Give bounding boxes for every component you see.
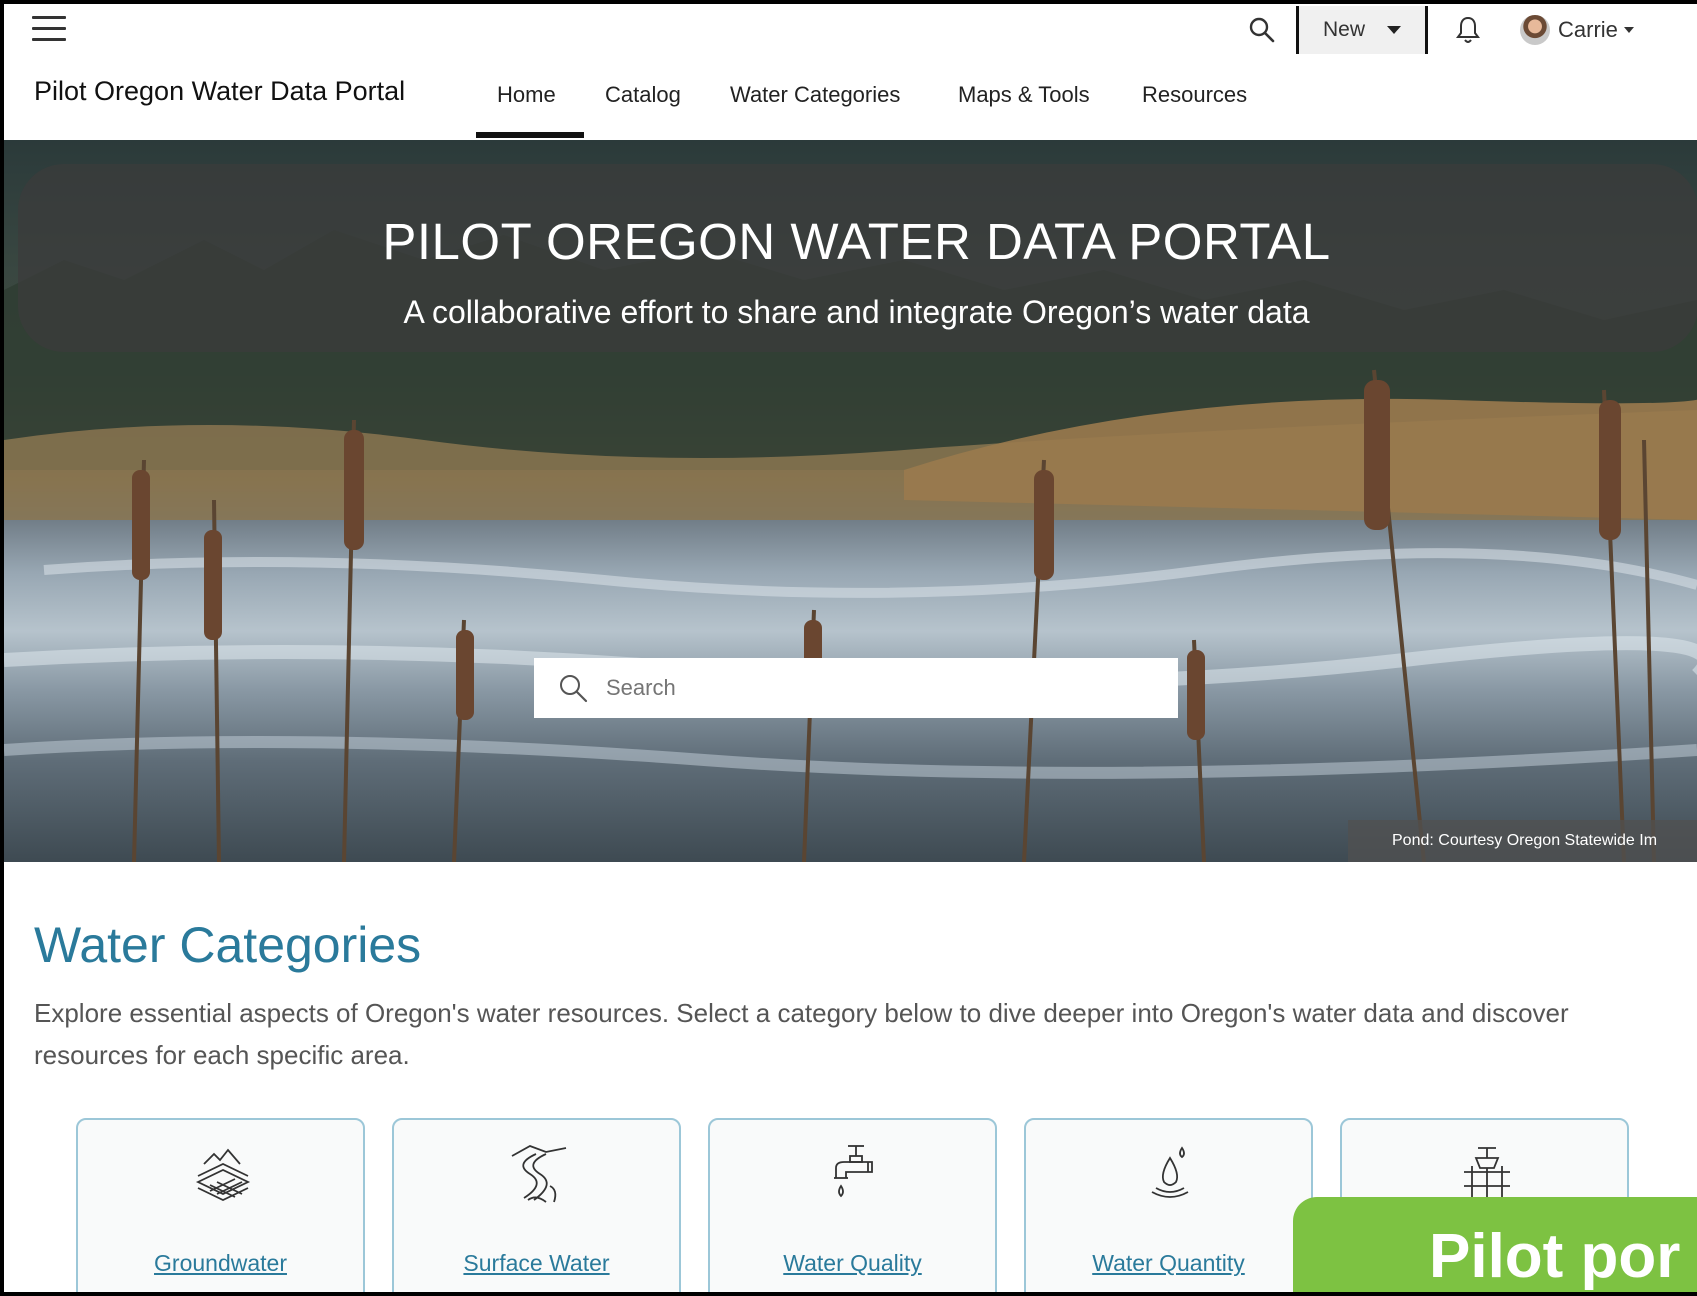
bell-icon[interactable] xyxy=(1448,4,1488,56)
section-title: Water Categories xyxy=(34,917,422,973)
browser-page: New Carrie Pilot Oregon Water Data Porta… xyxy=(4,4,1697,1292)
nav-link-catalog[interactable]: Catalog xyxy=(605,82,681,108)
active-tab-indicator xyxy=(476,132,584,138)
category-label-groundwater[interactable]: Groundwater xyxy=(78,1250,363,1277)
category-card-groundwater[interactable]: Groundwater xyxy=(76,1118,365,1292)
search-input[interactable] xyxy=(606,675,1166,701)
user-menu[interactable]: Carrie xyxy=(1520,4,1650,56)
hero-banner: PILOT OREGON WATER DATA PORTAL A collabo… xyxy=(4,140,1697,862)
site-title[interactable]: Pilot Oregon Water Data Portal xyxy=(34,76,405,107)
chevron-down-icon xyxy=(1623,27,1634,33)
pilot-portal-callout: Pilot por xyxy=(1293,1197,1697,1292)
nav-link-resources[interactable]: Resources xyxy=(1142,82,1247,108)
category-label-water-quality[interactable]: Water Quality xyxy=(710,1250,995,1277)
hero-title: PILOT OREGON WATER DATA PORTAL xyxy=(382,213,1331,270)
avatar xyxy=(1520,15,1550,45)
search-icon[interactable] xyxy=(1242,4,1282,56)
groundwater-layers-icon xyxy=(195,1148,251,1201)
category-card-water-quality[interactable]: Water Quality xyxy=(708,1118,997,1292)
section-description: Explore essential aspects of Oregon's wa… xyxy=(34,998,1569,1070)
category-card-surface-water[interactable]: Surface Water xyxy=(392,1118,681,1292)
user-name: Carrie xyxy=(1558,17,1618,42)
site-navigation: Pilot Oregon Water Data Portal Home Cata… xyxy=(4,56,1697,140)
category-label-water-quantity[interactable]: Water Quantity xyxy=(1026,1250,1311,1277)
chevron-down-icon xyxy=(1387,26,1402,34)
category-label-surface-water[interactable]: Surface Water xyxy=(394,1250,679,1277)
hamburger-menu-icon[interactable] xyxy=(32,12,66,44)
new-button-label: New xyxy=(1323,18,1366,41)
hero-subtitle: A collaborative effort to share and inte… xyxy=(403,294,1310,330)
top-utility-bar: New Carrie xyxy=(4,4,1697,56)
category-card-water-quantity[interactable]: Water Quantity xyxy=(1024,1118,1313,1292)
river-icon xyxy=(511,1145,567,1203)
water-drop-icon xyxy=(1151,1146,1189,1198)
faucet-icon xyxy=(834,1145,873,1198)
image-credit: Pond: Courtesy Oregon Statewide Im xyxy=(1348,820,1697,862)
nav-link-home[interactable]: Home xyxy=(497,82,556,108)
hero-search-box[interactable] xyxy=(534,658,1178,718)
new-button[interactable]: New xyxy=(1296,6,1428,54)
nav-link-water-categories[interactable]: Water Categories xyxy=(730,82,900,108)
nav-link-maps-tools[interactable]: Maps & Tools xyxy=(958,82,1090,108)
search-icon xyxy=(560,675,588,703)
